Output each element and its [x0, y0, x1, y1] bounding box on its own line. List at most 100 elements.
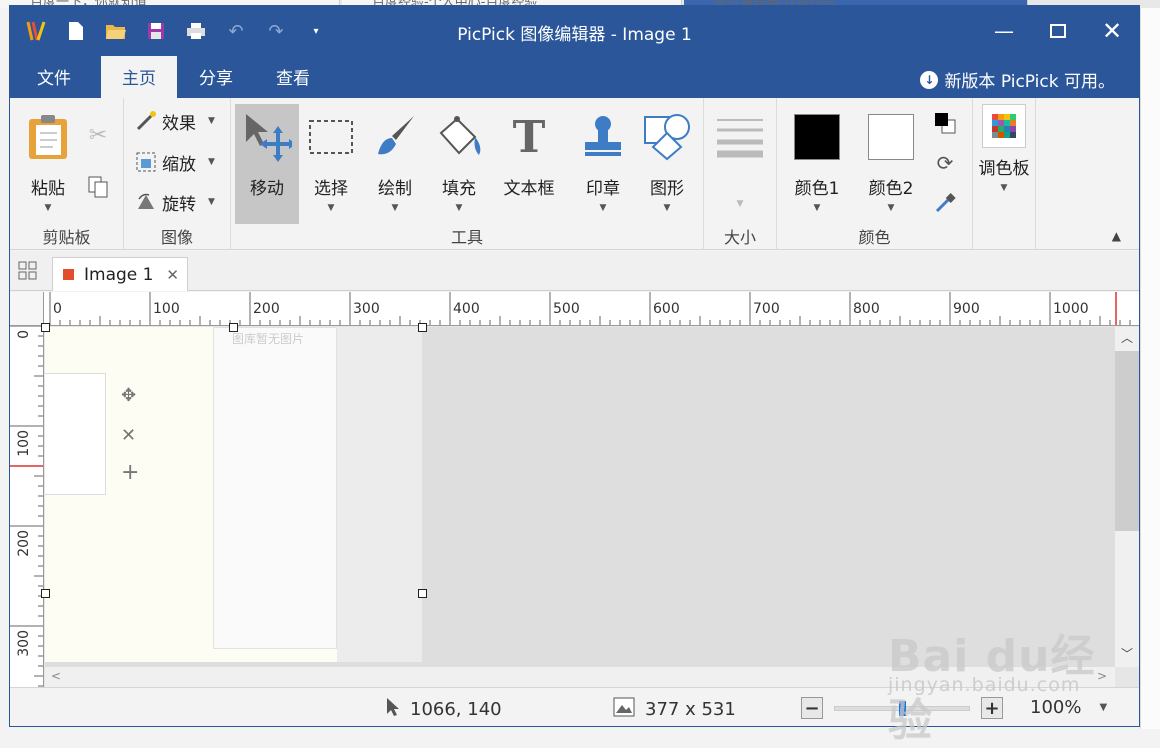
shape-tool-button[interactable]: 图形 ▼ — [635, 104, 699, 222]
cursor-position: 1066, 140 — [386, 697, 502, 722]
select-label: 选择 — [314, 179, 348, 199]
textbox-label: 文本框 — [503, 179, 555, 199]
minimize-icon[interactable]: — — [977, 6, 1031, 56]
resize-icon — [134, 150, 158, 174]
rotate-label: 旋转 — [162, 194, 196, 215]
watermark-url: jingyan.baidu.com — [888, 674, 1081, 696]
textbox-tool-button[interactable]: T 文本框 — [497, 104, 561, 222]
ruler-label: 500 — [553, 301, 580, 317]
empty-gallery-panel: 图库暂无图片 — [213, 327, 337, 649]
resize-handle[interactable] — [41, 323, 50, 332]
copy-button[interactable] — [86, 172, 110, 202]
minus-icon: − — [801, 697, 823, 719]
resize-handle[interactable] — [418, 589, 427, 598]
window-controls: — ✕ — [977, 6, 1139, 56]
size-button[interactable]: ▼ — [708, 104, 772, 222]
resize-label: 缩放 — [162, 154, 196, 175]
document-tab[interactable]: Image 1 ✕ — [52, 257, 188, 291]
stamp-label: 印章 — [586, 179, 620, 199]
ruler-label: 700 — [753, 301, 780, 317]
group-label: 图像 — [160, 228, 193, 247]
image-icon — [613, 697, 635, 722]
collapse-ribbon-icon[interactable]: ▲ — [1112, 229, 1121, 243]
thumbnail-grid-icon[interactable] — [18, 261, 38, 281]
tab-view[interactable]: 查看 — [255, 56, 331, 98]
close-tab-icon[interactable]: ✕ — [166, 266, 179, 284]
copy-icon — [86, 175, 110, 199]
stamp-tool-button[interactable]: 印章 ▼ — [571, 104, 635, 222]
group-size: ▼ 大小 — [704, 98, 777, 250]
ribbon: 粘贴 ▼ ✂ 剪贴板 效果 ▼ 缩放 ▼ 旋转 ▼ 图像 移动 选择 ▼ 绘制 … — [10, 98, 1139, 250]
shapes-icon — [635, 108, 699, 166]
fill-tool-button[interactable]: 填充 ▼ — [427, 104, 491, 222]
select-tool-button[interactable]: 选择 ▼ — [299, 104, 363, 222]
scroll-left-icon[interactable]: < — [51, 669, 61, 683]
pointer-icon — [386, 697, 400, 722]
resize-handle[interactable] — [418, 323, 427, 332]
maximize-icon[interactable] — [1031, 6, 1085, 56]
tab-home[interactable]: 主页 — [101, 56, 177, 98]
rotate-button[interactable]: 旋转 ▼ — [134, 187, 215, 217]
white-panel — [45, 373, 106, 495]
color2-button[interactable]: 颜色2 ▼ — [859, 104, 923, 222]
ruler-label: 400 — [453, 301, 480, 317]
ruler-label: 600 — [653, 301, 680, 317]
chevron-down-icon: ▼ — [736, 199, 744, 209]
ruler-label: 1000 — [1053, 301, 1089, 317]
magic-wand-icon — [134, 109, 158, 133]
resize-handle[interactable] — [229, 323, 238, 332]
rotate-icon — [134, 190, 158, 214]
draw-label: 绘制 — [378, 179, 412, 199]
move-tool-button[interactable]: 移动 — [235, 104, 299, 224]
color2-swatch — [868, 114, 914, 160]
paste-button[interactable]: 粘贴 ▼ — [16, 104, 80, 222]
scroll-down-icon[interactable]: ﹀ — [1115, 645, 1139, 665]
zoom-out-button[interactable]: − — [801, 697, 823, 719]
default-colors-button[interactable] — [933, 108, 957, 138]
chevron-down-icon: ▼ — [208, 157, 215, 167]
scroll-thumb[interactable] — [1115, 351, 1139, 531]
document-tabs: Image 1 ✕ — [10, 251, 1139, 291]
effects-button[interactable]: 效果 ▼ — [134, 106, 215, 136]
image-canvas[interactable]: ✥ ✕ + 图库暂无图片 — [45, 327, 422, 662]
color2-label: 颜色2 — [868, 179, 914, 199]
group-label: 剪贴板 — [42, 228, 91, 247]
empty-gallery-caption: 图库暂无图片 — [232, 332, 305, 346]
scissors-icon: ✂ — [88, 122, 108, 148]
draw-tool-button[interactable]: 绘制 ▼ — [363, 104, 427, 222]
group-palette: 调色板 ▼ — [973, 98, 1036, 250]
ruler-label: 200 — [16, 530, 32, 557]
color-picker-button[interactable] — [933, 188, 957, 218]
color1-label: 颜色1 — [794, 179, 840, 199]
ruler-label: 100 — [153, 301, 180, 317]
resize-handle[interactable] — [41, 589, 50, 598]
color1-button[interactable]: 颜色1 ▼ — [785, 104, 849, 222]
selection-icon — [299, 108, 363, 166]
ruler-label: 300 — [353, 301, 380, 317]
vertical-ruler: 0 100 200 300 — [10, 326, 44, 687]
chevron-down-icon: ▼ — [208, 197, 215, 207]
vertical-scrollbar[interactable]: ︿ ﹀ — [1115, 327, 1139, 667]
scroll-up-icon[interactable]: ︿ — [1115, 329, 1139, 349]
ruler-corner — [10, 292, 44, 326]
ribbon-tabs: 文件 主页 分享 查看 ↓ 新版本 PicPick 可用。 — [10, 56, 1139, 98]
title-bar: ↶ ↷ ▾ PicPick 图像编辑器 - Image 1 — ✕ — [10, 6, 1139, 56]
chevron-down-icon: ▼ — [455, 203, 463, 213]
cut-button[interactable]: ✂ — [86, 120, 110, 150]
move-label: 移动 — [250, 179, 284, 199]
close-icon[interactable]: ✕ — [1085, 6, 1139, 56]
palette-label: 调色板 — [978, 159, 1030, 179]
resize-button[interactable]: 缩放 ▼ — [134, 147, 215, 177]
tab-file[interactable]: 文件 — [16, 56, 92, 98]
chevron-down-icon: ▼ — [663, 203, 671, 213]
stamp-icon — [571, 108, 635, 166]
update-notice[interactable]: ↓ 新版本 PicPick 可用。 — [920, 67, 1115, 92]
plus-icon: + — [121, 460, 140, 485]
eyedropper-icon — [933, 191, 957, 215]
tab-share[interactable]: 分享 — [178, 56, 254, 98]
palette-button[interactable]: 调色板 ▼ — [973, 104, 1035, 222]
move-icon — [235, 108, 299, 166]
swap-colors-button[interactable]: ⟳ — [933, 148, 957, 178]
chevron-down-icon: ▼ — [327, 203, 335, 213]
horizontal-ruler: 0 100 200 300 400 500 600 700 800 900 1000 — [44, 292, 1139, 326]
